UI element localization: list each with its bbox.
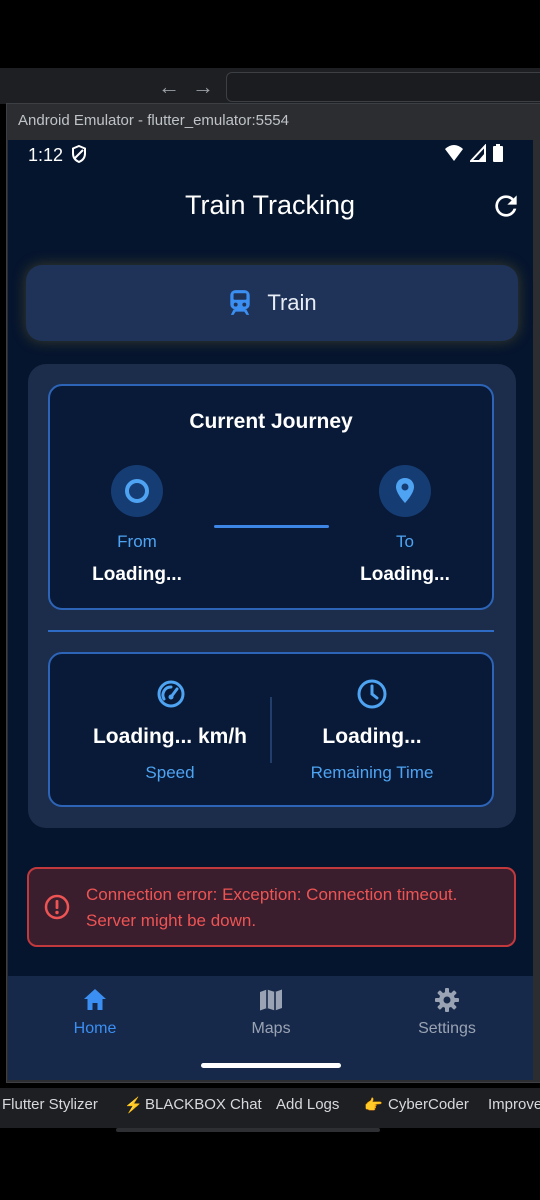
from-value: Loading... <box>92 564 182 585</box>
to-value: Loading... <box>360 564 450 585</box>
section-divider <box>48 630 494 632</box>
taskbar-item-flutter-stylizer[interactable]: Flutter Stylizer <box>2 1096 98 1113</box>
remaining-time-value: Loading... <box>322 725 422 748</box>
error-message: Connection error: Exception: Connection … <box>86 885 458 930</box>
radio-circle-icon <box>125 479 149 503</box>
clock-icon <box>357 679 387 709</box>
journey-title: Current Journey <box>189 410 353 433</box>
nav-settings-label: Settings <box>418 1020 476 1037</box>
signal-icon <box>468 143 487 162</box>
taskbar-item-improve[interactable]: Improve <box>488 1096 540 1113</box>
map-icon <box>260 989 282 1011</box>
nav-home-label: Home <box>73 1020 117 1037</box>
from-label: From <box>117 532 157 551</box>
taskbar-item-cybercoder[interactable]: CyberCoder <box>388 1096 469 1113</box>
remaining-time-label: Remaining Time <box>310 763 434 782</box>
back-arrow-icon[interactable]: ← <box>158 76 180 98</box>
gesture-home-bar[interactable] <box>201 1063 341 1068</box>
status-icons <box>444 143 504 167</box>
destination-marker <box>379 465 431 517</box>
train-button-label: Train <box>267 290 317 315</box>
lightning-icon: ⚡ <box>124 1097 143 1114</box>
emulator-title: Android Emulator - flutter_emulator:5554 <box>18 112 289 129</box>
nav-maps-label: Maps <box>251 1020 291 1037</box>
nav-item-home[interactable]: Home <box>35 986 155 1038</box>
location-pin-icon <box>396 478 414 503</box>
battery-icon <box>493 144 504 162</box>
shield-icon <box>72 144 87 164</box>
train-icon <box>230 290 251 315</box>
forward-arrow-icon[interactable]: → <box>192 76 214 98</box>
scroll-strip <box>116 1128 380 1132</box>
speedometer-icon <box>157 680 185 708</box>
speed-value: Loading... km/h <box>92 725 247 748</box>
gear-icon <box>435 988 459 1012</box>
ide-search-box[interactable] <box>226 72 540 102</box>
train-button[interactable]: Train <box>26 265 518 341</box>
status-time-text: 1:12 <box>28 145 64 165</box>
app-title: Train Tracking <box>184 190 356 220</box>
nav-item-maps[interactable]: Maps <box>211 986 331 1038</box>
home-icon <box>84 989 106 1010</box>
refresh-icon[interactable] <box>490 190 522 222</box>
to-label: To <box>396 532 414 551</box>
taskbar-item-add-logs[interactable]: Add Logs <box>276 1096 339 1113</box>
status-time: 1:12 <box>28 144 87 166</box>
speed-label: Speed <box>145 763 195 782</box>
nav-item-settings[interactable]: Settings <box>387 986 507 1038</box>
wifi-icon <box>445 145 463 161</box>
taskbar-item-blackbox-chat[interactable]: BLACKBOX Chat <box>145 1096 262 1113</box>
error-icon <box>44 894 70 920</box>
route-connector <box>214 525 329 528</box>
origin-marker <box>111 465 163 517</box>
pointing-hand-icon: 👉 <box>364 1097 383 1114</box>
